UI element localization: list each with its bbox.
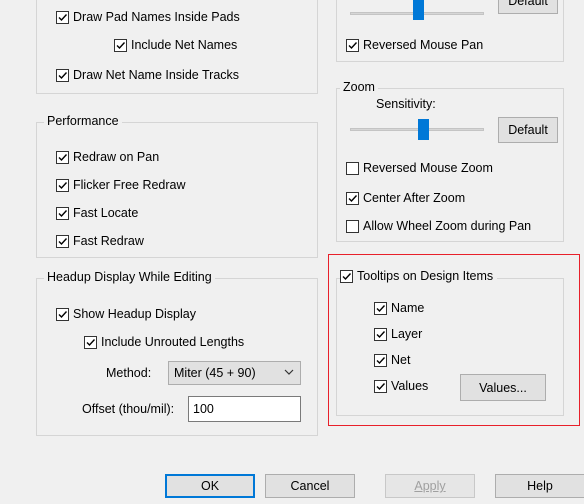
- include-unrouted-label: Include Unrouted Lengths: [101, 335, 245, 349]
- flicker-free-redraw-label: Flicker Free Redraw: [73, 178, 186, 192]
- zoom-title: Zoom: [340, 80, 378, 94]
- headup-title: Headup Display While Editing: [44, 270, 215, 284]
- flicker-free-redraw-checkbox[interactable]: Flicker Free Redraw: [56, 178, 186, 192]
- reversed-mouse-zoom-label: Reversed Mouse Zoom: [363, 161, 493, 175]
- tooltip-values-label: Values: [391, 379, 429, 393]
- help-button[interactable]: Help: [495, 474, 584, 498]
- checkbox-box: [56, 206, 69, 220]
- offset-input[interactable]: 100: [188, 396, 301, 422]
- checkbox-box: [56, 150, 69, 164]
- center-after-zoom-checkbox[interactable]: Center After Zoom: [346, 191, 465, 205]
- redraw-on-pan-checkbox[interactable]: Redraw on Pan: [56, 150, 159, 164]
- tooltip-layer-label: Layer: [391, 327, 423, 341]
- tooltip-net-checkbox[interactable]: Net: [374, 353, 410, 367]
- tooltip-net-label: Net: [391, 353, 411, 367]
- method-label: Method:: [106, 366, 152, 380]
- pan-default-button[interactable]: Default: [498, 0, 558, 14]
- apply-button[interactable]: Apply: [385, 474, 475, 498]
- fast-locate-checkbox[interactable]: Fast Locate: [56, 206, 138, 220]
- offset-value: 100: [193, 402, 214, 416]
- method-select[interactable]: Miter (45 + 90): [168, 361, 301, 385]
- checkbox-box: [374, 327, 387, 341]
- fast-locate-label: Fast Locate: [73, 206, 139, 220]
- checkbox-box: [56, 307, 69, 321]
- include-net-names-label: Include Net Names: [131, 38, 238, 52]
- performance-title: Performance: [44, 114, 122, 128]
- show-headup-checkbox[interactable]: Show Headup Display: [56, 307, 196, 321]
- checkbox-box: [374, 379, 387, 393]
- tooltip-values-checkbox[interactable]: Values: [374, 379, 428, 393]
- draw-pad-names-label: Draw Pad Names Inside Pads: [73, 10, 240, 24]
- tooltips-checkbox[interactable]: Tooltips on Design Items: [340, 269, 498, 283]
- redraw-on-pan-label: Redraw on Pan: [73, 150, 160, 164]
- center-after-zoom-label: Center After Zoom: [363, 191, 466, 205]
- reversed-mouse-pan-label: Reversed Mouse Pan: [363, 38, 484, 52]
- values-button[interactable]: Values...: [460, 374, 546, 401]
- checkbox-box: [346, 219, 359, 233]
- checkbox-box: [56, 68, 69, 82]
- zoom-default-button[interactable]: Default: [498, 117, 558, 143]
- tooltip-layer-checkbox[interactable]: Layer: [374, 327, 422, 341]
- method-value: Miter (45 + 90): [174, 366, 256, 380]
- checkbox-box: [346, 161, 359, 175]
- checkbox-box: [374, 301, 387, 315]
- checkbox-box: [346, 191, 359, 205]
- checkbox-box: [84, 335, 97, 349]
- chevron-down-icon: [284, 366, 294, 381]
- checkbox-box: [340, 269, 353, 283]
- checkbox-box: [56, 10, 69, 24]
- offset-label: Offset (thou/mil):: [82, 402, 175, 416]
- checkbox-box: [56, 178, 69, 192]
- checkbox-box: [374, 353, 387, 367]
- allow-wheel-zoom-label: Allow Wheel Zoom during Pan: [363, 219, 532, 233]
- allow-wheel-zoom-checkbox[interactable]: Allow Wheel Zoom during Pan: [346, 219, 531, 233]
- include-unrouted-checkbox[interactable]: Include Unrouted Lengths: [84, 335, 244, 349]
- tooltip-name-label: Name: [391, 301, 425, 315]
- cancel-button[interactable]: Cancel: [265, 474, 355, 498]
- show-headup-label: Show Headup Display: [73, 307, 196, 321]
- reversed-mouse-zoom-checkbox[interactable]: Reversed Mouse Zoom: [346, 161, 493, 175]
- tooltip-name-checkbox[interactable]: Name: [374, 301, 424, 315]
- draw-pad-names-checkbox[interactable]: Draw Pad Names Inside Pads: [56, 10, 240, 24]
- draw-net-name-tracks-checkbox[interactable]: Draw Net Name Inside Tracks: [56, 68, 239, 82]
- include-net-names-checkbox[interactable]: Include Net Names: [114, 38, 237, 52]
- pan-sensitivity-thumb[interactable]: [413, 0, 424, 20]
- reversed-mouse-pan-checkbox[interactable]: Reversed Mouse Pan: [346, 38, 483, 52]
- tooltips-label: Tooltips on Design Items: [357, 269, 494, 283]
- checkbox-box: [346, 38, 359, 52]
- checkbox-box: [56, 234, 69, 248]
- ok-button[interactable]: OK: [165, 474, 255, 498]
- zoom-sensitivity-thumb[interactable]: [417, 119, 429, 140]
- checkbox-box: [114, 38, 127, 52]
- fast-redraw-checkbox[interactable]: Fast Redraw: [56, 234, 144, 248]
- fast-redraw-label: Fast Redraw: [73, 234, 144, 248]
- draw-net-name-tracks-label: Draw Net Name Inside Tracks: [73, 68, 240, 82]
- sensitivity-label: Sensitivity:: [376, 97, 436, 111]
